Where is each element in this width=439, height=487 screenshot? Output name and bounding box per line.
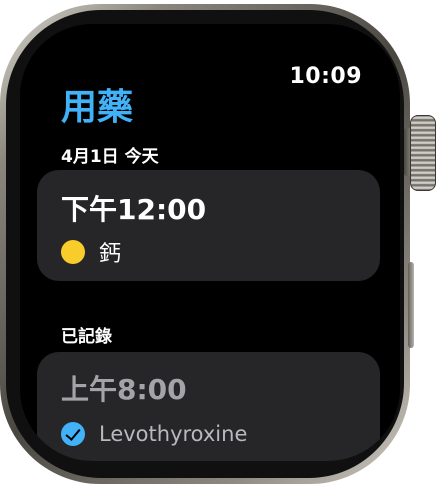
status-time: 10:09	[289, 64, 362, 89]
digital-crown[interactable]	[410, 115, 436, 191]
app-title[interactable]: 用藥	[61, 78, 133, 130]
scheduled-dose-card[interactable]: 下午12:00 鈣	[37, 170, 380, 281]
logged-dose-time: 上午8:00	[61, 373, 187, 406]
yellow-pill-icon	[61, 240, 85, 264]
checkmark-icon	[61, 422, 85, 446]
side-button[interactable]	[408, 262, 414, 348]
date-header: 4月1日 今天	[61, 147, 159, 167]
logged-medication-name: Levothyroxine	[99, 422, 248, 446]
scheduled-dose-time: 下午12:00	[61, 193, 207, 226]
logged-dose-card[interactable]: 上午8:00 Levothyroxine	[37, 352, 380, 461]
watch-stage: 10:09 用藥 4月1日 今天 下午12:00 鈣 已記錄 上午8:00 Le…	[0, 0, 439, 487]
logged-section-header: 已記錄	[61, 327, 112, 347]
logged-medication-row: Levothyroxine	[61, 422, 247, 446]
scheduled-medication-row: 鈣	[61, 236, 121, 268]
scheduled-medication-name: 鈣	[99, 242, 122, 267]
watch-screen: 10:09 用藥 4月1日 今天 下午12:00 鈣 已記錄 上午8:00 Le…	[20, 24, 400, 461]
